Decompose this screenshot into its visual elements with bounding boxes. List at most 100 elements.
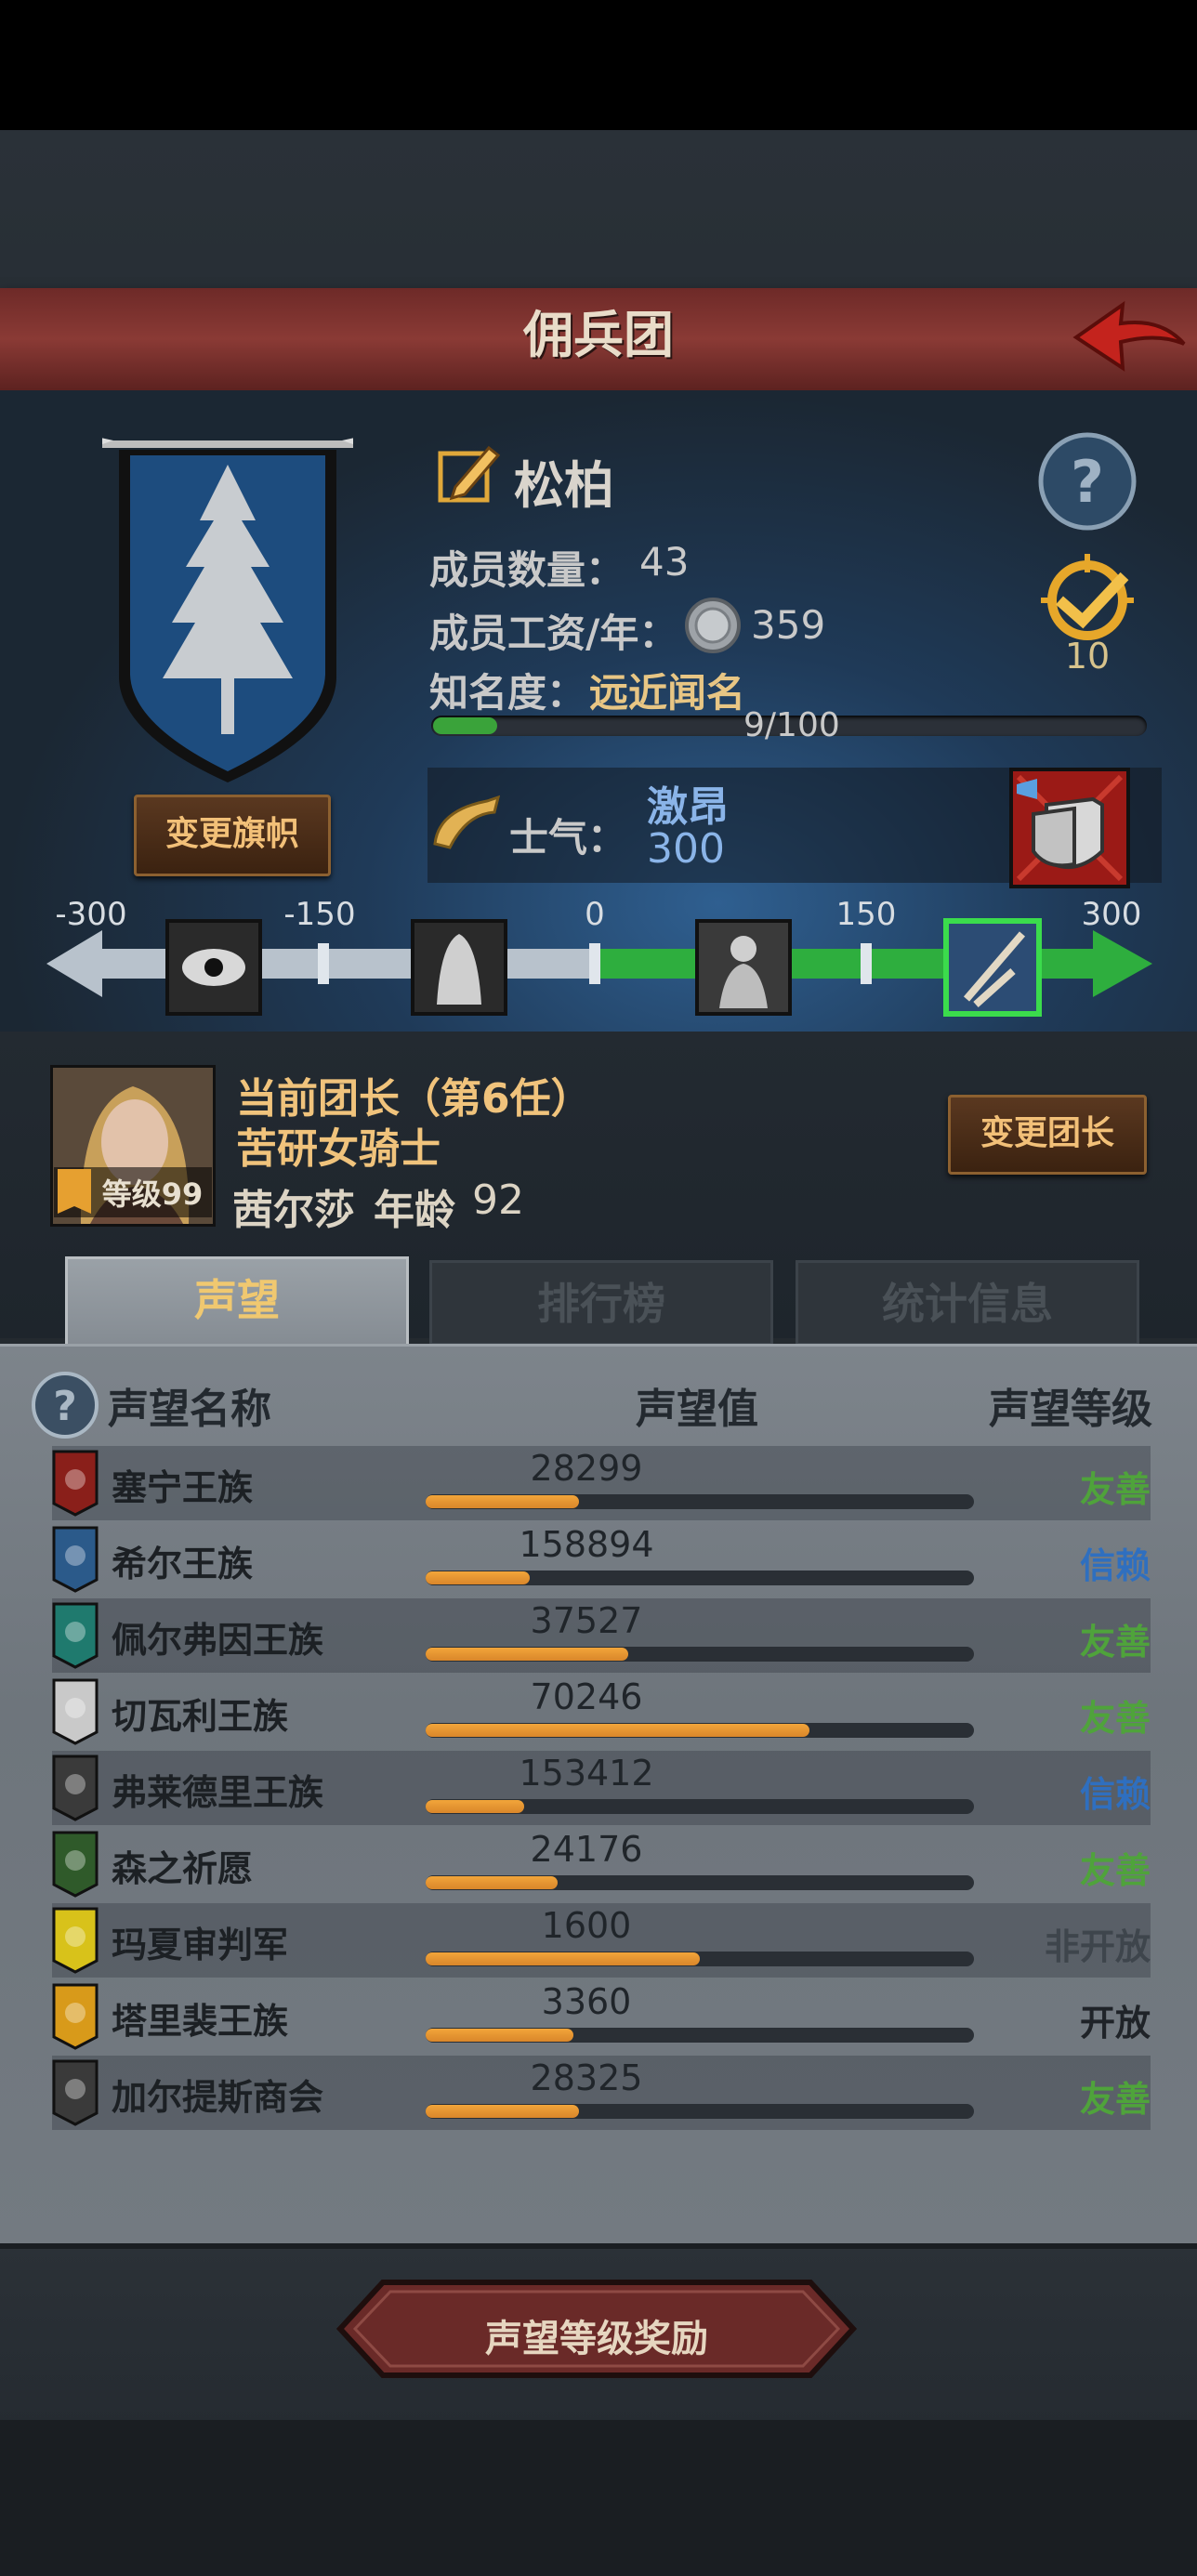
tab-ranking[interactable]: 排行榜 xyxy=(429,1260,773,1346)
morale-state-fear-icon xyxy=(411,919,507,1016)
faction-name: 加尔提斯商会 xyxy=(112,2077,324,2118)
morale-shield-icon[interactable] xyxy=(1009,768,1130,888)
reputation-value: 70246 xyxy=(530,1676,643,1717)
reputation-reward-label: 声望等级奖励 xyxy=(485,2318,708,2360)
clan-name: 松柏 xyxy=(514,456,614,515)
reputation-level: 友善 xyxy=(1079,2079,1151,2120)
reputation-progress-fill xyxy=(426,1571,530,1584)
reputation-value: 158894 xyxy=(519,1524,654,1565)
reputation-level: 开放 xyxy=(1079,2003,1151,2044)
silver-coin-icon xyxy=(685,598,741,653)
faction-emblem-icon xyxy=(52,1831,99,1898)
status-bar-area xyxy=(0,0,1197,130)
morale-label: 士气： xyxy=(509,815,627,861)
morale-scale: -300 -150 0 150 300 xyxy=(46,897,1152,1017)
reputation-level: 非开放 xyxy=(1044,1926,1151,1967)
table-row[interactable]: 切瓦利王族 70246 友善 xyxy=(52,1675,1151,1749)
faction-name: 佩尔弗因王族 xyxy=(112,1620,324,1661)
reputation-progress-fill xyxy=(426,1800,524,1813)
tab-statistics[interactable]: 统计信息 xyxy=(796,1260,1139,1346)
leader-age-label: 年龄 xyxy=(374,1187,455,1234)
reputation-level: 信赖 xyxy=(1079,1774,1151,1815)
reputation-progress-fill xyxy=(426,1724,809,1737)
faction-emblem-icon xyxy=(52,1755,99,1821)
header-reputation-level: 声望等级 xyxy=(989,1386,1152,1433)
change-leader-button[interactable]: 变更团长 xyxy=(948,1095,1147,1175)
back-arrow-icon[interactable] xyxy=(1069,296,1190,379)
faction-emblem-icon xyxy=(52,2059,99,2126)
faction-emblem-icon xyxy=(52,1907,99,1974)
morale-value: 300 xyxy=(647,825,725,873)
reputation-help-icon[interactable]: ? xyxy=(30,1370,100,1440)
leader-level-badge: 等级99 xyxy=(54,1167,212,1217)
tick-label: -150 xyxy=(283,897,355,933)
horn-icon xyxy=(433,795,501,849)
leader-class: 苦研女骑士 xyxy=(236,1125,441,1173)
tick-label: 300 xyxy=(1082,897,1142,933)
reputation-progress-fill xyxy=(426,2105,579,2118)
morale-state-calm-icon xyxy=(695,919,792,1016)
reputation-level: 友善 xyxy=(1079,1698,1151,1739)
reputation-value: 153412 xyxy=(519,1753,654,1794)
table-row[interactable]: 加尔提斯商会 28325 友善 xyxy=(52,2056,1151,2130)
fame-progress-fill xyxy=(433,717,497,734)
reputation-progress-fill xyxy=(426,1876,558,1889)
page-title: 佣兵团 xyxy=(523,306,674,364)
tick-label: -300 xyxy=(55,897,126,933)
tick-label: 0 xyxy=(585,897,605,933)
medal-count: 10 xyxy=(1064,636,1111,677)
table-row[interactable]: 希尔王族 158894 信赖 xyxy=(52,1522,1151,1597)
table-row[interactable]: 塞宁王族 28299 友善 xyxy=(52,1446,1151,1520)
tab-reputation[interactable]: 声望 xyxy=(65,1256,409,1348)
leader-age-value: 92 xyxy=(472,1176,524,1224)
help-icon[interactable]: ? xyxy=(1037,431,1138,532)
reputation-value: 37527 xyxy=(530,1600,643,1641)
fame-value: 远近闻名 xyxy=(589,670,746,716)
members-value: 43 xyxy=(639,539,690,585)
table-row[interactable]: 弗莱德里王族 153412 信赖 xyxy=(52,1751,1151,1825)
reputation-level: 友善 xyxy=(1079,1469,1151,1510)
faction-emblem-icon xyxy=(52,1678,99,1745)
reputation-value: 1600 xyxy=(541,1905,632,1946)
svg-text:?: ? xyxy=(53,1383,77,1430)
change-flag-button[interactable]: 变更旗帜 xyxy=(134,795,331,876)
table-row[interactable]: 塔里裴王族 3360 开放 xyxy=(52,1979,1151,2054)
members-label: 成员数量： xyxy=(429,547,625,593)
bottom-bar xyxy=(0,2420,1197,2576)
leader-level: 等级99 xyxy=(102,1176,204,1212)
reputation-level: 友善 xyxy=(1079,1850,1151,1891)
header-reputation-value: 声望值 xyxy=(636,1386,758,1433)
leader-name: 茜尔莎 xyxy=(232,1187,355,1234)
reputation-progress-fill xyxy=(426,1495,579,1508)
reputation-progress-fill xyxy=(426,1648,628,1661)
reputation-level: 信赖 xyxy=(1079,1545,1151,1586)
salary-value: 359 xyxy=(751,602,826,648)
morale-state-despair-icon xyxy=(165,919,262,1016)
faction-emblem-icon xyxy=(52,1450,99,1517)
reputation-level: 友善 xyxy=(1079,1622,1151,1663)
table-row[interactable]: 玛夏审判军 1600 非开放 xyxy=(52,1903,1151,1978)
edit-pencil-icon[interactable] xyxy=(437,439,502,504)
reputation-value: 3360 xyxy=(541,1981,632,2022)
svg-text:?: ? xyxy=(1071,448,1104,516)
fame-label: 知名度： xyxy=(429,670,586,716)
morale-state-excited-icon xyxy=(943,918,1042,1017)
faction-name: 弗莱德里王族 xyxy=(112,1772,324,1813)
morale-name: 激昂 xyxy=(647,783,729,831)
faction-emblem-icon xyxy=(52,1602,99,1669)
reputation-progress-fill xyxy=(426,2029,573,2042)
reputation-value: 28325 xyxy=(530,2057,643,2098)
table-row[interactable]: 森之祈愿 24176 友善 xyxy=(52,1827,1151,1901)
faction-name: 塔里裴王族 xyxy=(112,2001,289,2042)
tick-label: 150 xyxy=(836,897,897,933)
clan-banner-icon[interactable] xyxy=(102,437,353,790)
faction-name: 希尔王族 xyxy=(112,1544,254,1584)
faction-emblem-icon xyxy=(52,1983,99,2050)
reputation-value: 24176 xyxy=(530,1829,643,1870)
reputation-progress-fill xyxy=(426,1952,700,1965)
table-row[interactable]: 佩尔弗因王族 37527 友善 xyxy=(52,1598,1151,1673)
faction-name: 森之祈愿 xyxy=(112,1848,254,1889)
faction-name: 切瓦利王族 xyxy=(112,1696,289,1737)
faction-name: 玛夏审判军 xyxy=(112,1925,289,1965)
faction-emblem-icon xyxy=(52,1526,99,1593)
